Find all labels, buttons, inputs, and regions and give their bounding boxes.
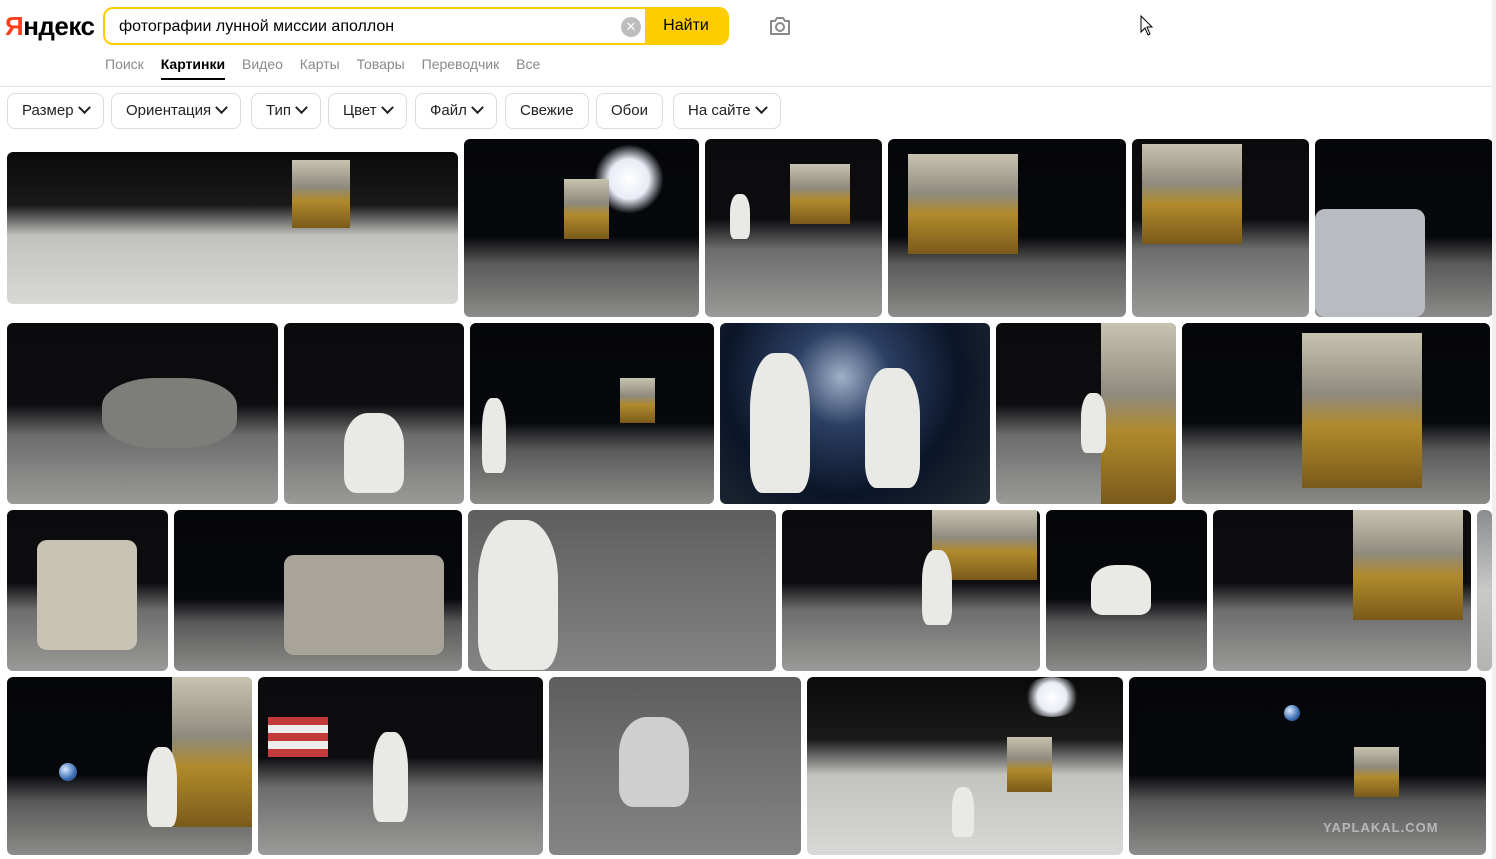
find-button[interactable]: Найти (645, 9, 727, 43)
chevron-down-icon (754, 101, 768, 115)
image-result[interactable] (7, 323, 278, 504)
filter-size[interactable]: Размер (7, 93, 104, 129)
image-result[interactable] (807, 677, 1123, 855)
tab-translator[interactable]: Переводчик (422, 56, 500, 72)
filter-wallpapers[interactable]: Обои (596, 93, 663, 129)
image-result[interactable] (1046, 510, 1207, 671)
filter-on-site[interactable]: На сайте (673, 93, 781, 129)
image-result[interactable] (7, 677, 252, 855)
mouse-cursor-icon (1140, 15, 1154, 36)
watermark-text: YAPLAKAL.COM (1323, 820, 1439, 835)
page-scrollbar[interactable] (1492, 0, 1496, 859)
chevron-down-icon (380, 101, 394, 115)
tab-video[interactable]: Видео (242, 56, 283, 72)
filter-fresh[interactable]: Свежие (505, 93, 589, 129)
image-result[interactable] (258, 677, 543, 855)
camera-search-icon[interactable] (768, 15, 792, 37)
image-result[interactable] (720, 323, 990, 504)
search-box: ✕ Найти (103, 7, 729, 45)
image-result[interactable] (1477, 510, 1492, 671)
image-result[interactable] (782, 510, 1040, 671)
tab-images[interactable]: Картинки (160, 56, 226, 80)
search-input[interactable] (117, 9, 611, 43)
chevron-down-icon (471, 101, 484, 115)
image-result[interactable] (7, 510, 168, 671)
chevron-down-icon (215, 101, 229, 115)
image-result[interactable] (549, 677, 801, 855)
tab-goods[interactable]: Товары (357, 56, 405, 72)
filter-type[interactable]: Тип (251, 93, 322, 129)
image-result[interactable] (7, 152, 458, 304)
image-result[interactable] (464, 139, 699, 317)
image-result[interactable] (468, 510, 776, 671)
clear-search-icon[interactable]: ✕ (621, 17, 641, 37)
header-divider (0, 86, 1496, 87)
filter-orientation[interactable]: Ориентация (111, 93, 242, 129)
service-tabs: Поиск Картинки Видео Карты Товары Перево… (105, 56, 553, 80)
chevron-down-icon (295, 101, 308, 115)
image-result[interactable] (174, 510, 462, 671)
image-result[interactable] (284, 323, 464, 504)
image-result[interactable] (888, 139, 1126, 317)
chevron-down-icon (77, 101, 91, 115)
filter-color[interactable]: Цвет (328, 93, 407, 129)
image-result[interactable] (705, 139, 882, 317)
tab-search[interactable]: Поиск (105, 56, 144, 72)
image-result[interactable] (1315, 139, 1493, 317)
tab-all[interactable]: Все (516, 56, 540, 72)
image-result[interactable] (470, 323, 714, 504)
image-result[interactable] (1132, 139, 1309, 317)
image-result[interactable] (1182, 323, 1490, 504)
filter-file[interactable]: Файл (415, 93, 497, 129)
tab-maps[interactable]: Карты (300, 56, 340, 72)
yandex-logo[interactable]: Яндекс (5, 6, 95, 46)
image-result[interactable] (996, 323, 1176, 504)
image-result[interactable] (1213, 510, 1471, 671)
